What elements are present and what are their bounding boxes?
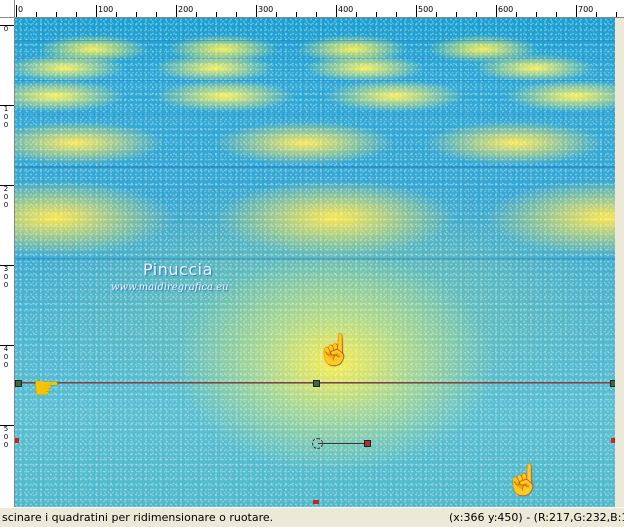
status-bar: scinare i quadratini per ridimensionare … bbox=[0, 507, 624, 527]
watermark-name: Pinuccia bbox=[143, 260, 213, 279]
canvas-texture bbox=[15, 18, 615, 507]
ruler-label: 0 bbox=[3, 121, 9, 129]
ruler-label: 0 bbox=[3, 201, 9, 209]
rotation-arm bbox=[318, 443, 366, 444]
ruler-label: 600 bbox=[498, 5, 514, 14]
edge-marker-left bbox=[15, 438, 19, 443]
ruler-label: 0 bbox=[3, 353, 9, 361]
status-message: scinare i quadratini per ridimensionare … bbox=[2, 511, 274, 524]
ruler-label: 300 bbox=[258, 5, 274, 14]
pointing-hand-icon: ☝ bbox=[505, 464, 543, 497]
ruler-corner bbox=[0, 0, 15, 18]
ruler-label: 0 bbox=[3, 281, 9, 289]
pointing-hand-icon: ☝ bbox=[316, 334, 354, 367]
edge-marker-bottom bbox=[313, 500, 319, 504]
ruler-label: 500 bbox=[418, 5, 434, 14]
ruler-label: 0 bbox=[3, 433, 9, 441]
ruler-label: 3 bbox=[3, 265, 9, 273]
cursor-coordinates: (x:366 y:450) - (R:217,G:232,B:140 bbox=[449, 511, 624, 524]
ruler-label: 0 bbox=[18, 5, 24, 14]
vertical-ruler: 0 1 0 0 2 0 0 3 0 0 4 0 0 5 0 0 bbox=[0, 17, 15, 507]
ruler-label: 1 bbox=[3, 105, 9, 113]
ruler-label: 0 bbox=[3, 193, 9, 201]
ruler-label: 200 bbox=[178, 5, 194, 14]
rotation-pivot[interactable] bbox=[312, 438, 323, 449]
ruler-label: 700 bbox=[578, 5, 594, 14]
edge-marker-right bbox=[611, 438, 615, 443]
ruler-label: 0 bbox=[3, 113, 9, 121]
pointing-hand-icon: ☛ bbox=[33, 372, 60, 405]
ruler-label: 100 bbox=[98, 5, 114, 14]
resize-handle-center[interactable] bbox=[313, 380, 320, 387]
ruler-label: 2 bbox=[3, 185, 9, 193]
image-canvas[interactable]: Pinuccia www.maidiregrafica.eu ☛ ☝ ☝ bbox=[15, 18, 615, 507]
rotation-handle[interactable] bbox=[364, 440, 371, 447]
ruler-label: 400 bbox=[338, 5, 354, 14]
horizontal-ruler: 0 100 200 300 400 500 600 700 bbox=[0, 0, 624, 18]
watermark-url: www.maidiregrafica.eu bbox=[111, 282, 229, 293]
resize-handle-right[interactable] bbox=[610, 380, 615, 387]
ruler-label: 0 bbox=[3, 273, 9, 281]
ruler-label: 5 bbox=[3, 425, 9, 433]
ruler-label: 0 bbox=[3, 25, 9, 33]
resize-handle-left[interactable] bbox=[15, 380, 22, 387]
ruler-label: 0 bbox=[3, 441, 9, 449]
ruler-label: 4 bbox=[3, 345, 9, 353]
ruler-label: 0 bbox=[3, 361, 9, 369]
